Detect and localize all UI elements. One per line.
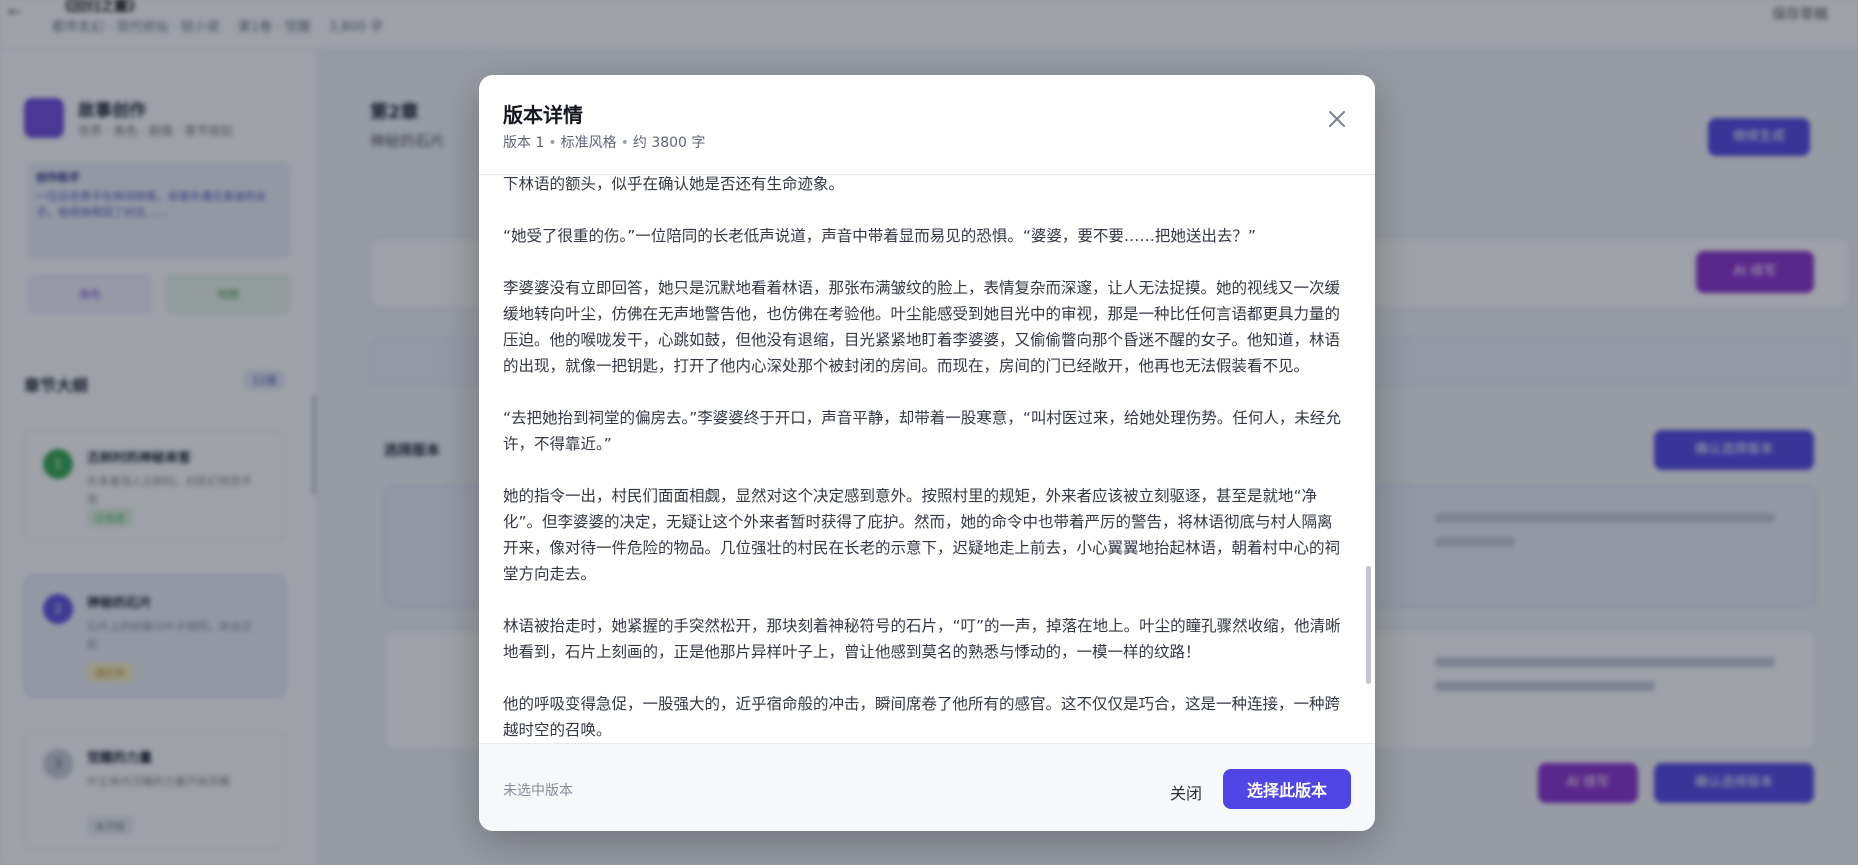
version-content-scroll[interactable]: 下林语的额头，似乎在确认她是否还有生命迹象。 “她受了很重的伤。”一位陪同的长老…: [479, 176, 1375, 743]
close-icon[interactable]: [1325, 107, 1349, 131]
dialog-footer: 未选中版本 关闭 选择此版本: [479, 743, 1375, 831]
version-number: 版本 1: [503, 135, 545, 151]
dialog-header: 版本详情 版本 1 • 标准风格 • 约 3800 字: [479, 75, 1375, 175]
version-style: 标准风格: [560, 135, 617, 151]
content-paragraph: “去把她抬到祠堂的偏房去。”李婆婆终于开口，声音平静，却带着一股寒意，“叫村医过…: [503, 409, 1341, 453]
close-button[interactable]: 关闭: [1159, 772, 1213, 812]
content-paragraph: 李婆婆没有立即回答，她只是沉默地看着林语，那张布满皱纹的脸上，表情复杂而深邃，让…: [503, 279, 1341, 375]
version-word-count: 约 3800 字: [632, 135, 706, 151]
content-paragraph: 下林语的额头，似乎在确认她是否还有生命迹象。: [503, 176, 845, 193]
content-scrollbar[interactable]: [1366, 566, 1371, 684]
content-paragraph: 林语被抬走时，她紧握的手突然松开，那块刻着神秘符号的石片，“叮”的一声，掉落在地…: [503, 617, 1341, 661]
version-content: 下林语的额头，似乎在确认她是否还有生命迹象。 “她受了很重的伤。”一位陪同的长老…: [503, 176, 1345, 743]
meta-separator-dot: •: [548, 135, 557, 151]
meta-separator-dot: •: [620, 135, 629, 151]
content-paragraph: 他的呼吸变得急促，一股强大的，近乎宿命般的冲击，瞬间席卷了他所有的感官。这不仅仅…: [503, 695, 1341, 739]
dialog-title: 版本详情: [503, 103, 583, 127]
content-paragraph: 她的指令一出，村民们面面相觑，显然对这个决定感到意外。按照村里的规矩，外来者应该…: [503, 487, 1341, 583]
selection-status: 未选中版本: [503, 783, 573, 799]
content-paragraph: “她受了很重的伤。”一位陪同的长老低声说道，声音中带着显而易见的恐惧。“婆婆，要…: [503, 227, 1256, 245]
version-meta: 版本 1 • 标准风格 • 约 3800 字: [503, 132, 705, 152]
select-version-button[interactable]: 选择此版本: [1223, 769, 1351, 809]
version-detail-dialog: 版本详情 版本 1 • 标准风格 • 约 3800 字 下林语的额头，似乎在确认她是否还…: [479, 75, 1375, 831]
